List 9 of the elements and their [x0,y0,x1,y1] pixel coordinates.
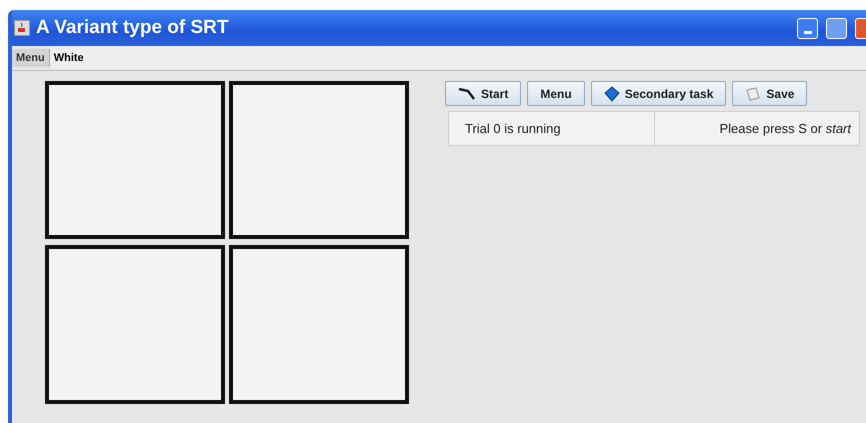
toolbar-button[interactable]: Start [445,81,522,106]
toolbar-button[interactable]: Save [732,81,808,106]
window-title: A Variant type of SRT [36,17,230,39]
toolbar-button[interactable]: Menu [527,81,585,106]
prompt-text: Please press S or start [719,121,851,136]
menu[interactable]: Menu [12,49,50,67]
trial-status: Trial 0 is running [449,112,655,145]
color-select[interactable]: White [50,47,866,69]
toolbar-button[interactable]: Secondary task [590,81,726,106]
